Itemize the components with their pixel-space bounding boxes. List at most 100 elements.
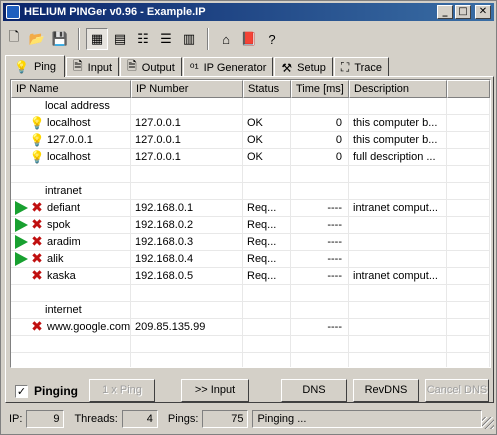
empty-cell <box>447 336 490 352</box>
empty-cell <box>131 302 243 318</box>
save-button[interactable]: 💾 <box>49 28 71 50</box>
host-row[interactable]: 💡 localhost 127.0.0.1 OK 0 this computer b... <box>11 115 490 132</box>
host-row[interactable]: 💡 localhost 127.0.0.1 OK 0 full description .… <box>11 149 490 166</box>
status-bar: IP: 9 Threads: 4 Pings: 75 Pinging ... <box>3 409 494 429</box>
group-row[interactable]: local address <box>11 98 490 115</box>
help-button[interactable]: ? <box>261 28 283 50</box>
column-header-status[interactable]: Status <box>243 80 291 98</box>
status-cell: Req... <box>243 217 291 233</box>
host-name: aradim <box>47 235 81 248</box>
small-icons-view-icon: ▤ <box>113 31 127 46</box>
pinging-toggle[interactable]: ✓ Pinging <box>15 379 78 403</box>
pinging-arrow-icon <box>13 200 29 216</box>
empty-cell <box>447 217 490 233</box>
tab-ip-generator[interactable]: ⁰¹ IP Generator <box>182 57 274 77</box>
empty-cell <box>11 336 131 352</box>
ip-number-cell: 127.0.0.1 <box>131 149 243 165</box>
cancel-dns-button[interactable]: Cancel DNS <box>425 379 489 402</box>
blank-row[interactable] <box>11 166 490 183</box>
tab-label: Trace <box>354 61 383 74</box>
minimize-button[interactable]: _ <box>437 5 453 19</box>
group-label: local address <box>11 98 131 114</box>
large-buttons-view-icon[interactable]: ▦ <box>86 28 108 50</box>
resize-grip[interactable] <box>482 417 494 429</box>
host-row[interactable]: ✖ defiant 192.168.0.1 Req... ---- intranet c… <box>11 200 490 217</box>
details-view-button[interactable]: ☰ <box>155 28 177 50</box>
home-button[interactable]: ⌂ <box>215 28 237 50</box>
column-header-ip-number[interactable]: IP Number <box>131 80 243 98</box>
tab-label: Input <box>87 61 113 74</box>
tab-input[interactable]: 🗎 Input <box>65 57 120 77</box>
tab-ping[interactable]: 💡 Ping <box>5 55 65 77</box>
ping-list[interactable]: IP Name IP Number Status Time [ms] Descr… <box>10 79 491 368</box>
pinging-arrow-icon <box>13 251 29 267</box>
ip-number-cell: 192.168.0.4 <box>131 251 243 267</box>
one-ping-button[interactable]: 1 x Ping <box>89 379 155 402</box>
new-file-icon: 🗋 <box>8 29 20 44</box>
empty-cell <box>291 302 349 318</box>
host-name: defiant <box>47 201 81 214</box>
host-row[interactable]: 💡 127.0.0.1 127.0.0.1 OK 0 this computer b... <box>11 132 490 149</box>
empty-icon-slot <box>13 268 29 284</box>
host-name: 127.0.0.1 <box>47 133 93 146</box>
empty-cell <box>243 302 291 318</box>
tab-setup[interactable]: ⚒ Setup <box>274 57 333 77</box>
time-cell: 0 <box>291 132 349 148</box>
column-header-time[interactable]: Time [ms] <box>291 80 349 98</box>
description-cell: intranet comput... <box>349 200 447 216</box>
bulb-icon: 💡 <box>29 132 45 147</box>
host-row[interactable]: ✖ kaska 192.168.0.5 Req... ---- intranet com… <box>11 268 490 285</box>
empty-cell <box>447 285 490 301</box>
maximize-button[interactable]: □ <box>455 5 471 19</box>
trace-icon: ⛶ <box>340 60 350 74</box>
large-icons-view-icon: ▦ <box>90 31 104 46</box>
revdns-button[interactable]: RevDNS <box>353 379 419 402</box>
host-row[interactable]: ✖ alik 192.168.0.4 Req... ---- <box>11 251 490 268</box>
description-cell <box>349 319 447 335</box>
empty-cell <box>447 183 490 199</box>
tab-trace[interactable]: ⛶ Trace <box>333 57 390 77</box>
to-input-button[interactable]: >> Input <box>181 379 249 402</box>
save-icon: 💾 <box>51 31 69 46</box>
tab-label: Output <box>141 61 175 74</box>
empty-cell <box>349 285 447 301</box>
group-row[interactable]: internet <box>11 302 490 319</box>
status-cell: OK <box>243 149 291 165</box>
close-button[interactable]: ✕ <box>475 5 491 19</box>
empty-cell <box>131 285 243 301</box>
list-view-button[interactable]: ☷ <box>132 28 154 50</box>
status-cell: Req... <box>243 268 291 284</box>
blank-row <box>11 353 490 367</box>
column-header-description[interactable]: Description <box>349 80 447 98</box>
main-window: HELIUM PINGer v0.96 - Example.IP _ □ ✕ 🗋… <box>0 0 497 435</box>
pinging-checkbox[interactable]: ✓ <box>15 384 28 398</box>
small-buttons-view-icon[interactable]: ▤ <box>109 28 131 50</box>
host-row[interactable]: ✖ spok 192.168.0.2 Req... ---- <box>11 217 490 234</box>
column-header-ip-name[interactable]: IP Name <box>11 80 131 98</box>
app-icon <box>6 5 20 19</box>
grid-view-button[interactable]: ▥ <box>178 28 200 50</box>
host-row[interactable]: ✖ www.google.com 209.85.135.99 ---- <box>11 319 490 336</box>
empty-icon-slot <box>13 149 29 165</box>
title-bar[interactable]: HELIUM PINGer v0.96 - Example.IP _ □ ✕ <box>3 3 494 21</box>
threads-value: 4 <box>121 410 158 428</box>
pinging-label: Pinging <box>34 384 78 398</box>
new-file-button[interactable]: 🗋 <box>3 28 25 50</box>
book-button[interactable]: 📕 <box>238 28 260 50</box>
group-row[interactable]: intranet <box>11 183 490 200</box>
open-folder-icon: 📂 <box>28 31 46 46</box>
failed-x-icon: ✖ <box>31 319 43 335</box>
ip-number-cell: 209.85.135.99 <box>131 319 243 335</box>
host-name: spok <box>47 218 71 231</box>
open-folder-button[interactable]: 📂 <box>26 28 48 50</box>
dns-button[interactable]: DNS <box>281 379 347 402</box>
failed-x-icon: ✖ <box>31 251 43 267</box>
blank-row[interactable] <box>11 285 490 302</box>
tab-output[interactable]: 🗎 Output <box>120 57 182 77</box>
tab-label: IP Generator <box>203 61 267 74</box>
ip-name-cell: 💡 localhost <box>11 149 131 165</box>
toolbar-separator <box>78 28 80 50</box>
host-row[interactable]: ✖ aradim 192.168.0.3 Req... ---- <box>11 234 490 251</box>
pinging-arrow-icon <box>13 234 29 250</box>
description-cell: intranet comput... <box>349 268 447 284</box>
